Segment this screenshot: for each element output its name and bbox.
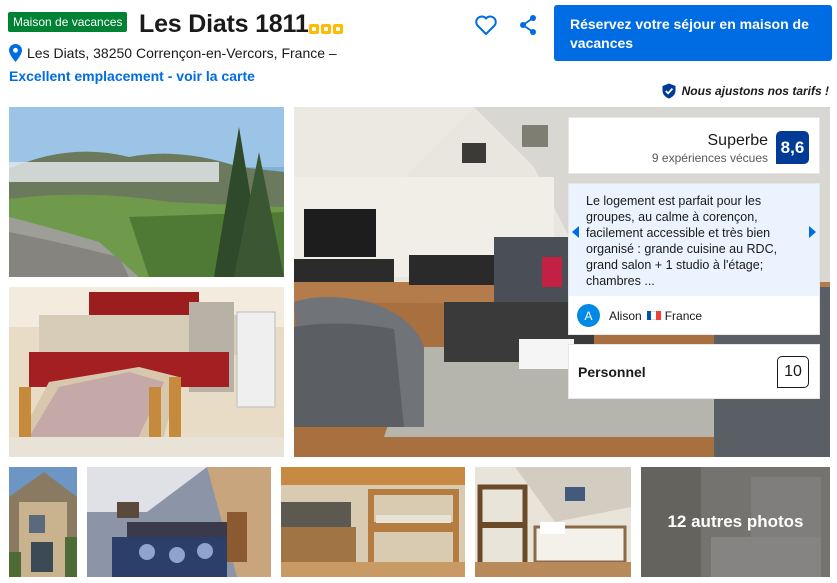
reserve-button[interactable]: Réservez votre séjour en maison de vacan… xyxy=(554,5,832,61)
map-pin-icon xyxy=(9,44,22,62)
photo-bedroom[interactable] xyxy=(87,467,271,577)
rating-card[interactable]: Superbe 9 expériences vécues 8,6 xyxy=(568,117,820,174)
property-address: Les Diats, 38250 Corrençon-en-Vercors, F… xyxy=(27,45,337,61)
rating-word: Superbe xyxy=(707,132,769,149)
photo-more[interactable]: 12 autres photos xyxy=(641,467,830,577)
price-match-notice[interactable]: Nous ajustons nos tarifs ! xyxy=(661,83,829,99)
review-card[interactable]: Le logement est parfait pour les groupes… xyxy=(568,183,820,335)
address-row: Les Diats, 38250 Corrençon-en-Vercors, F… xyxy=(9,44,337,62)
photo-landscape[interactable] xyxy=(9,107,284,277)
reviewer-row: A Alison France xyxy=(569,296,819,327)
subscore-card: Personnel 10 xyxy=(568,344,820,399)
photo-bunk-room[interactable] xyxy=(281,467,465,577)
avatar: A xyxy=(577,304,600,327)
more-photos-label: 12 autres photos xyxy=(641,467,830,577)
reviewer-name: Alison xyxy=(609,308,642,323)
star-icon xyxy=(333,24,343,34)
reviewer-country: France xyxy=(664,308,703,323)
shield-check-icon xyxy=(662,83,676,99)
map-link[interactable]: Excellent emplacement - voir la carte xyxy=(9,68,255,84)
rating-score-badge: 8,6 xyxy=(776,131,809,164)
property-type-badge: Maison de vacances xyxy=(8,12,128,32)
review-count: 9 expériences vécues xyxy=(651,151,768,165)
share-icon[interactable] xyxy=(518,14,538,36)
property-title: Les Diats 1811 xyxy=(139,10,309,38)
france-flag-icon xyxy=(646,311,661,320)
price-match-label: Nous ajustons nos tarifs ! xyxy=(681,84,829,98)
photo-attic-bedroom[interactable] xyxy=(475,467,631,577)
review-text: Le logement est parfait pour les groupes… xyxy=(569,184,819,296)
subscore-label: Personnel xyxy=(578,364,646,380)
subscore-value: 10 xyxy=(777,356,809,388)
chevron-left-icon[interactable] xyxy=(571,226,581,238)
photo-kitchen[interactable] xyxy=(9,287,284,457)
star-rating xyxy=(309,24,343,34)
heart-icon[interactable] xyxy=(474,14,498,36)
chevron-right-icon[interactable] xyxy=(807,226,817,238)
star-icon xyxy=(321,24,331,34)
star-icon xyxy=(309,24,319,34)
photo-exterior[interactable] xyxy=(9,467,77,577)
